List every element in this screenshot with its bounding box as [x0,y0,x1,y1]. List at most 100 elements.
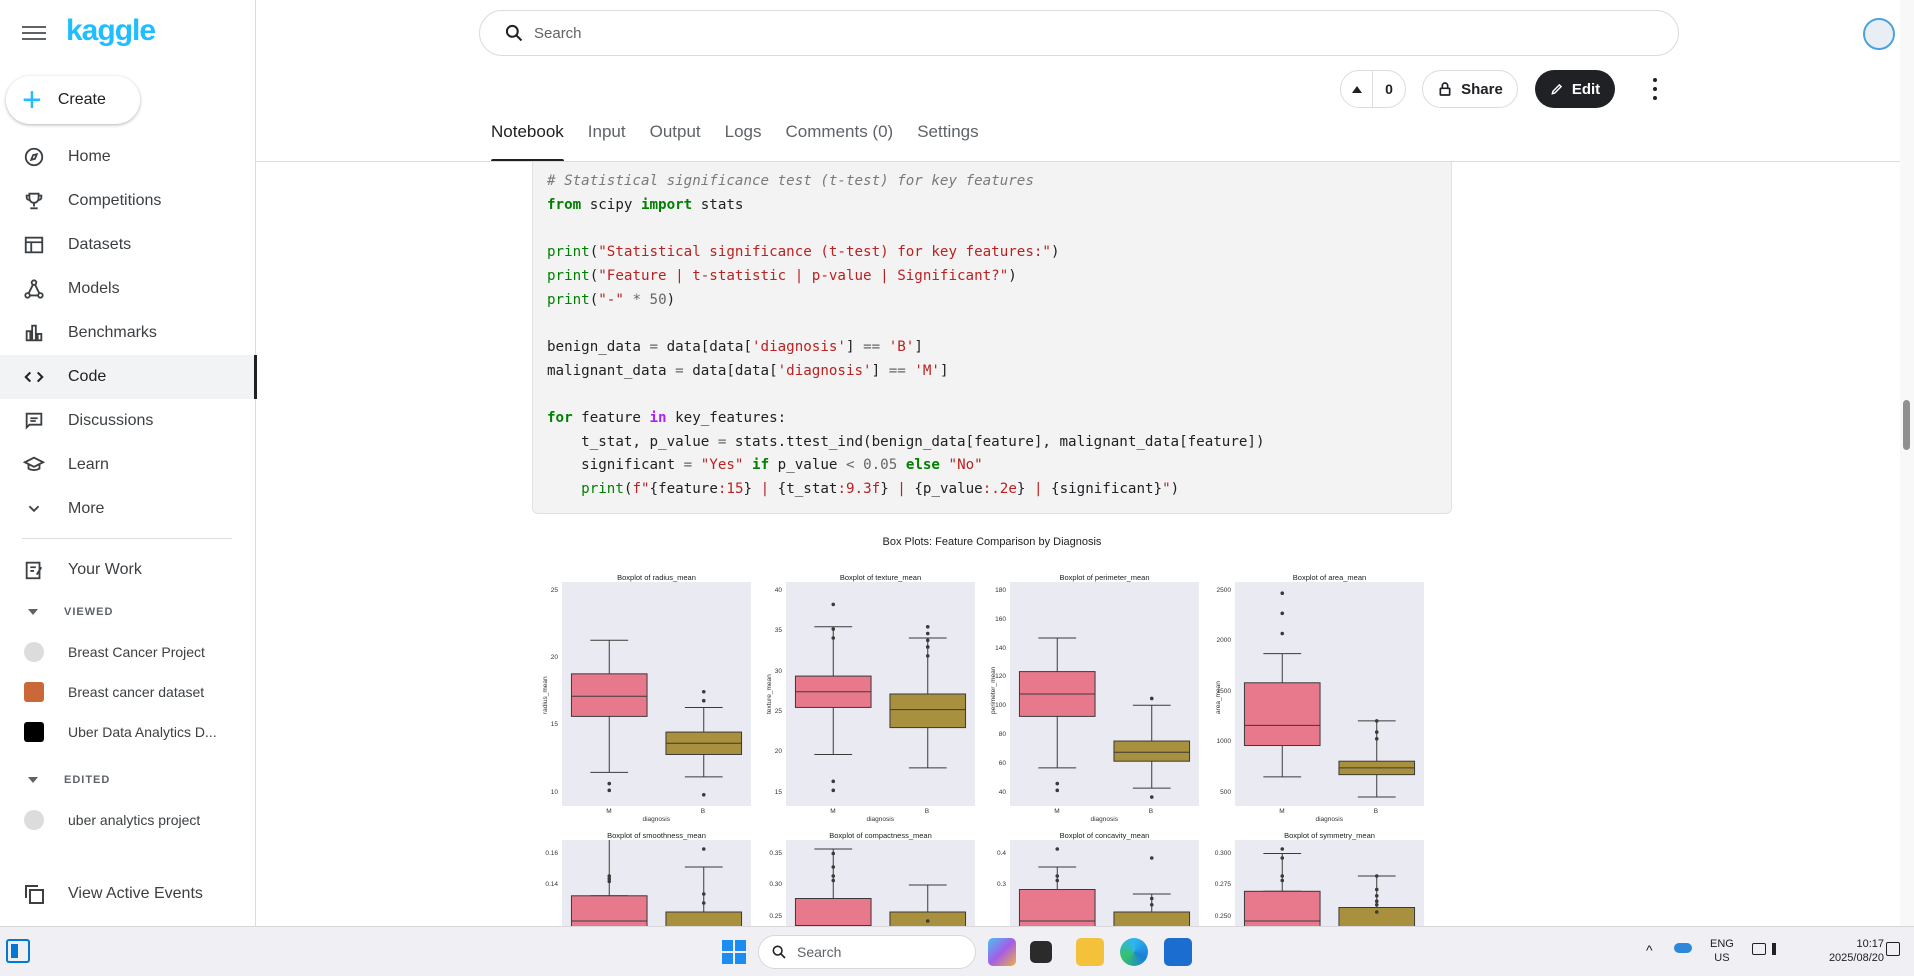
tab-settings[interactable]: Settings [917,122,978,160]
y-axis-label: area_mean [1215,681,1222,714]
windows-start-icon[interactable] [722,940,746,964]
chevron-up-icon[interactable]: ^ [1646,943,1653,957]
outlier-point [1280,591,1285,595]
language-indicator[interactable]: ENG US [1710,937,1734,965]
outlier-point [1374,887,1379,892]
x-axis-label: diagnosis [1090,816,1118,823]
y-tick-label: 2500 [1216,586,1231,594]
edited-section-toggle[interactable]: EDITED [22,774,110,786]
recent-item[interactable]: Breast cancer dataset [24,682,249,702]
sidebar-item-models[interactable]: Models [0,267,256,311]
iqr-box [1243,682,1321,747]
store-app-icon[interactable] [1164,938,1192,966]
edge-browser-icon[interactable] [1120,938,1148,966]
y-tick-label: 140 [995,644,1006,652]
task-view-icon[interactable] [6,939,30,963]
sidebar-item-datasets[interactable]: Datasets [0,223,256,267]
boxplot-panel: Boxplot of area_mean 2500 2000 1500 1000 500 M… [1215,573,1424,823]
y-tick-label: 0.25 [769,912,782,920]
sidebar-item-competitions[interactable]: Competitions [0,179,256,223]
boxplot-panel: Boxplot of concavity_mean 0.4 0.3 [997,831,1199,930]
tab-notebook[interactable]: Notebook [491,122,564,162]
recent-item[interactable]: Breast Cancer Project [24,642,249,662]
y-tick-label: 0.250 [1214,912,1231,920]
sidebar-item-more[interactable]: More [0,487,256,531]
boxplot-canvas [562,582,751,806]
terminal-app-icon[interactable] [1030,941,1052,963]
scrollbar-thumb[interactable] [1903,400,1910,450]
viewed-section-toggle[interactable]: VIEWED [22,606,113,618]
y-tick-label: 0.275 [1214,881,1231,888]
y-tick-label: 40 [774,586,782,594]
x-axis-label: diagnosis [1315,816,1343,823]
network-icon[interactable] [1752,943,1766,955]
bar-chart-icon [22,321,46,345]
tab-output[interactable]: Output [650,122,701,160]
dataset-thumbnail [24,682,44,702]
sidebar: kaggle + Create Home Competitions Datase… [0,0,257,926]
copilot-app-icon[interactable] [988,938,1016,966]
panel-title: Boxplot of area_mean [1292,573,1367,582]
y-tick-label: 40 [998,788,1006,796]
edit-button[interactable]: Edit [1535,70,1615,108]
chat-icon [22,409,46,433]
outlier-point [1374,899,1379,903]
uber-thumbnail [24,722,44,742]
boxplot-panel: Boxplot of smoothness_mean 0.16 0.14 [545,831,751,930]
triangle-down-icon [28,777,38,783]
y-tick-label: 0.300 [1214,849,1231,857]
notification-bell-icon[interactable] [1886,942,1900,956]
outlier-point [701,892,706,896]
panel-title: Boxplot of radius_mean [617,573,696,582]
recent-item[interactable]: Uber Data Analytics D... [24,722,249,742]
panel-title: Boxplot of smoothness_mean [607,831,706,840]
outlier-point [1374,903,1379,907]
sidebar-item-learn[interactable]: Learn [0,443,256,487]
code-cell[interactable]: # Statistical significance test (t-test)… [532,162,1452,514]
windows-taskbar: Search ^ ENG US 10:17 2025/08/20 [0,926,1914,976]
y-axis-label: radius_mean [542,676,549,714]
y-tick-label: 20 [774,748,782,756]
tab-input[interactable]: Input [588,122,626,160]
tab-logs[interactable]: Logs [725,122,762,160]
outlier-point [831,779,836,784]
sidebar-divider [22,538,232,539]
clock[interactable]: 10:17 2025/08/20 [1808,937,1884,965]
outlier-point [607,879,612,884]
outlier-point [1149,696,1154,701]
pencil-icon [1551,83,1562,95]
share-button[interactable]: Share [1422,70,1518,108]
tab-comments[interactable]: Comments (0) [786,122,894,160]
outlier-point [607,781,612,786]
sidebar-item-benchmarks[interactable]: Benchmarks [0,311,256,355]
panel-title: Boxplot of concavity_mean [1059,831,1150,840]
onedrive-icon[interactable] [1674,943,1692,953]
search-icon [772,945,786,959]
boxplot-panel: Boxplot of compactness_mean 0.35 0.30 0.25 [769,831,975,930]
vote-count: 0 [1385,81,1393,97]
outlier-point [1374,730,1379,734]
page-scrollbar[interactable] [1900,0,1914,926]
taskbar-search[interactable]: Search [758,935,976,969]
iqr-box [570,673,648,717]
y-tick-label: 0.16 [545,849,558,857]
recent-item[interactable]: uber analytics project [24,810,249,830]
view-active-events-link[interactable]: View Active Events [22,882,203,906]
upvote-button[interactable] [1341,71,1373,107]
volume-icon[interactable] [1772,943,1784,955]
sidebar-item-your-work[interactable]: Your Work [0,548,256,592]
search-bar[interactable] [479,10,1679,56]
create-button[interactable]: + Create [6,76,140,124]
outlier-point [925,631,930,636]
hamburger-menu-icon[interactable] [20,22,48,44]
file-explorer-icon[interactable] [1076,938,1104,966]
sidebar-item-code[interactable]: Code [0,355,257,399]
y-tick-label: 0.30 [769,881,782,888]
more-options-icon[interactable] [1646,78,1664,100]
sidebar-item-discussions[interactable]: Discussions [0,399,256,443]
sidebar-item-home[interactable]: Home [0,135,256,179]
user-avatar[interactable] [1863,18,1895,50]
kaggle-logo[interactable]: kaggle [66,14,156,48]
outlier-point [1374,874,1379,878]
search-input[interactable] [534,24,1634,42]
